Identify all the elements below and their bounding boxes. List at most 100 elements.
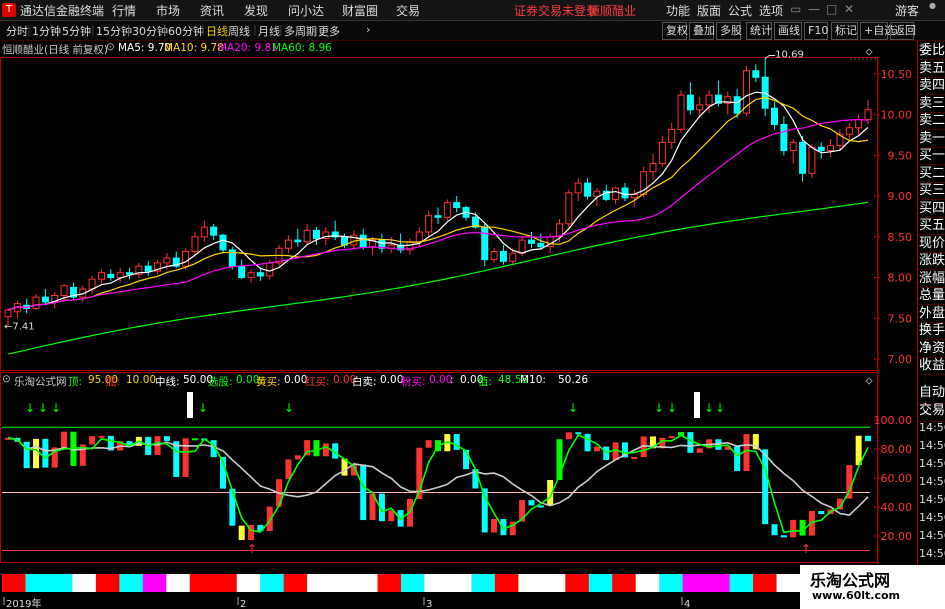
indicator-bar <box>500 518 507 536</box>
quote-field-8: 买三 <box>919 183 945 200</box>
signal-strip-cell <box>659 574 684 592</box>
indicator-bar <box>818 510 825 515</box>
ma10-line <box>7 96 869 311</box>
auto-trade-label-0[interactable]: 自动 <box>919 384 945 404</box>
quote-field-0: 委比 <box>919 43 945 60</box>
watermark-title: 乐淘公式网 <box>810 571 891 590</box>
trade-time-7: 14:56 <box>919 547 945 560</box>
signal-strip-cell <box>565 574 590 592</box>
candle-body <box>163 257 171 264</box>
price-axis-label: 7.50 <box>888 312 913 325</box>
indicator-bar <box>33 438 40 469</box>
candle-body <box>210 226 218 236</box>
indicator-axis-label: 60.00 <box>881 472 913 485</box>
signal-strip-cell <box>189 574 214 592</box>
signal-strip-cell <box>588 574 613 592</box>
quote-field-18: 收益 <box>919 358 945 375</box>
candle-body <box>415 231 423 243</box>
candle-body <box>4 309 12 318</box>
price-axis-label: 9.00 <box>888 190 913 203</box>
indicator-axis-label: 80.00 <box>881 443 913 456</box>
candle-body <box>256 272 264 277</box>
candle-body <box>247 272 255 279</box>
trade-time-3: 14:56 <box>919 475 945 488</box>
candle-body <box>266 262 274 277</box>
signal-strip-cell <box>729 574 754 592</box>
signal-strip-cell <box>401 574 425 592</box>
candle-body <box>509 252 517 262</box>
signal-strip-cell <box>682 574 707 592</box>
indicator-bar <box>238 525 245 541</box>
indicator-bar <box>696 448 703 453</box>
date-label: 4 <box>684 599 690 609</box>
candle-body <box>453 202 461 209</box>
red-signal-arrow: ↑ <box>247 542 257 556</box>
indicator-bar <box>322 443 329 457</box>
candle-body <box>434 215 442 218</box>
candle-body <box>658 141 666 165</box>
buy-signal-arrow: ↓ <box>198 401 208 415</box>
signal-strip-cell <box>72 574 97 592</box>
chart-diamond-icon[interactable] <box>865 48 873 56</box>
indicator-bar <box>734 446 741 472</box>
indicator-bar <box>593 446 600 452</box>
buy-signal-arrow: ↓ <box>667 401 677 415</box>
quote-field-10: 买五 <box>919 218 945 235</box>
indicator-bar <box>575 432 582 435</box>
candle-body <box>126 272 134 275</box>
candle-body <box>584 182 592 197</box>
quote-side-panel: 委比 卖五 卖四 卖三 卖二 卖一 买一 买二 买三 买四 买五 现价 涨跌 涨幅 总量 外盘 换手 净资 收益 自动… <box>917 41 945 609</box>
indicator-bar <box>304 440 311 456</box>
signal-strip-cell <box>447 574 472 592</box>
quote-field-17: 净资 <box>919 340 945 358</box>
indicator-diamond-icon[interactable] <box>865 377 873 385</box>
indicator-bar <box>61 431 68 448</box>
ma5-line <box>7 91 869 311</box>
candle-body <box>32 296 40 310</box>
signal-strip-cell <box>25 574 50 592</box>
auto-trade-label-1[interactable]: 交易 <box>919 402 945 422</box>
low-price-label: ←7.41 <box>4 322 35 333</box>
kline-chart[interactable]: 10.50 10.00 9.50 9.00 8.50 8.00 7.50 7.00 10.69 ←… <box>0 0 945 609</box>
candle-body <box>845 127 853 135</box>
candle-body <box>481 226 489 261</box>
date-label: 2 <box>240 599 246 609</box>
price-axis-label: 8.50 <box>888 231 913 244</box>
signal-strip-cell <box>166 574 191 592</box>
indicator-bar <box>565 432 572 440</box>
candle-body <box>425 215 433 233</box>
date-label: 3 <box>426 599 432 609</box>
indicator-bar <box>780 535 787 538</box>
indicator-bar <box>687 432 694 453</box>
quote-field-3: 卖三 <box>919 95 945 113</box>
quote-field-11: 现价 <box>919 235 945 253</box>
price-axis-label: 10.00 <box>881 109 913 122</box>
quote-field-12: 涨跌 <box>919 253 945 270</box>
candle-body <box>864 109 872 121</box>
signal-strip-cell <box>635 574 660 592</box>
signal-strip-cell <box>330 574 355 592</box>
indicator-axis-label: 100.00 <box>874 414 913 427</box>
candle-body <box>238 265 246 279</box>
sell-signal-marker <box>187 392 193 418</box>
indicator-bar <box>668 436 675 439</box>
indicator-axis-label: 40.00 <box>881 501 913 514</box>
candle-body <box>97 272 105 280</box>
candle-body <box>827 145 835 152</box>
watermark-url: www.60lt.com <box>812 589 901 602</box>
buy-signal-arrow: ↓ <box>51 401 61 415</box>
buy-signal-arrow: ↓ <box>38 401 48 415</box>
candle-body <box>107 273 115 279</box>
buy-signal-arrow: ↓ <box>704 401 714 415</box>
signal-strip-cell <box>377 574 402 592</box>
indicator-bar <box>491 518 498 533</box>
indicator-bar <box>762 449 769 525</box>
signal-strip-cell <box>424 574 449 592</box>
signal-strip-cell <box>236 574 261 592</box>
indicator-bar <box>294 455 301 460</box>
indicator-bar <box>229 488 236 526</box>
signal-strip-cell <box>283 574 308 592</box>
quote-field-7: 买二 <box>919 165 945 183</box>
high-price-label: 10.69 <box>775 50 804 61</box>
candle-body <box>359 234 367 248</box>
